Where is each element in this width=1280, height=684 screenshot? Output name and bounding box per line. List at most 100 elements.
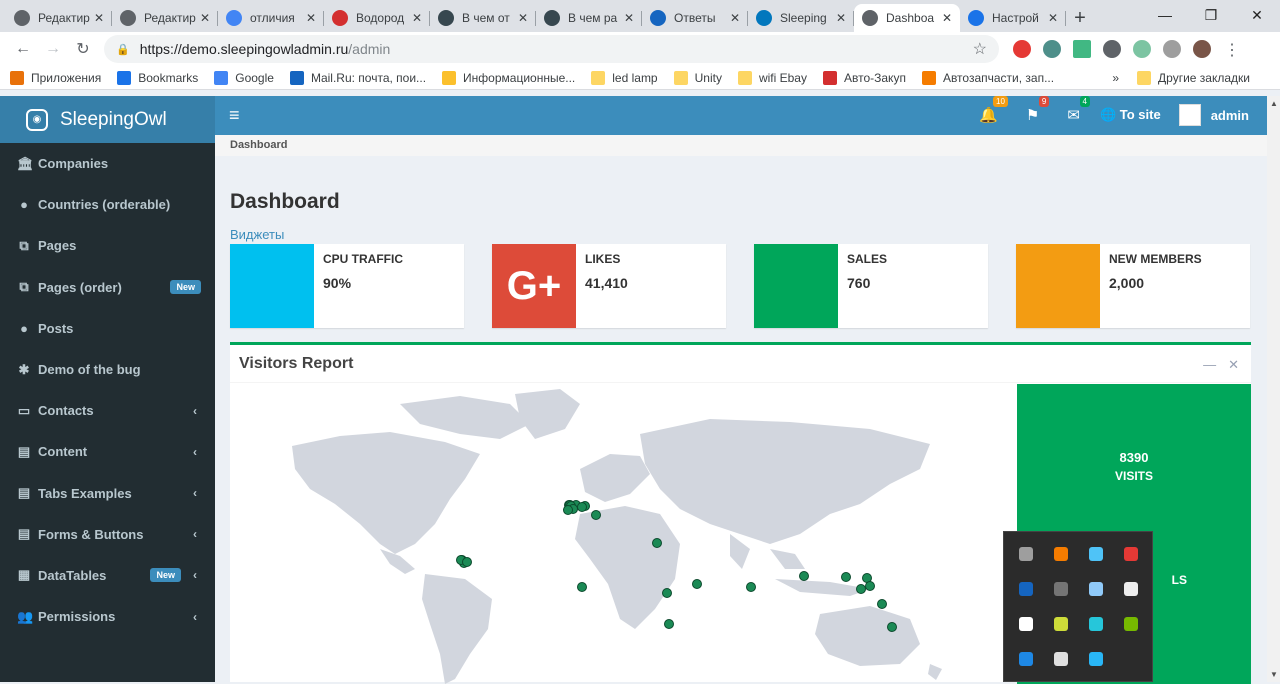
sidebar-item-companies[interactable]: 🏛 Companies [0, 143, 215, 184]
bookmark-item[interactable]: Mail.Ru: почта, пои... [289, 70, 426, 85]
more-bookmarks-button[interactable]: » [1112, 71, 1119, 85]
nvidia-icon[interactable] [1123, 617, 1138, 632]
gear-extension-icon[interactable] [1103, 40, 1121, 58]
map-marker[interactable] [664, 619, 674, 629]
tab-close-icon[interactable]: ✕ [412, 11, 422, 25]
m-extension-icon[interactable] [1163, 40, 1181, 58]
tab-close-icon[interactable]: ✕ [836, 11, 846, 25]
minimize-button[interactable]: — [1142, 0, 1188, 30]
sidebar-item-content[interactable]: ▤ Content ‹ [0, 431, 215, 472]
bookmark-item[interactable]: Unity [673, 70, 722, 85]
map-marker[interactable] [856, 584, 866, 594]
bookmark-item[interactable]: Информационные... [442, 70, 575, 85]
maximize-button[interactable]: ❐ [1188, 0, 1234, 30]
browser-tab[interactable]: Редактир ✕ [6, 4, 112, 32]
browser-tab[interactable]: В чем ра ✕ [536, 4, 642, 32]
tab-close-icon[interactable]: ✕ [1048, 11, 1058, 25]
map-marker[interactable] [877, 599, 887, 609]
sidebar-item-forms-buttons[interactable]: ▤ Forms & Buttons ‹ [0, 514, 215, 555]
map-marker[interactable] [746, 582, 756, 592]
map-marker[interactable] [865, 581, 875, 591]
tab-close-icon[interactable]: ✕ [624, 11, 634, 25]
extension-icon[interactable] [1043, 40, 1061, 58]
back-button[interactable]: ← [8, 40, 38, 58]
collapse-icon[interactable]: — [1203, 357, 1216, 373]
teamviewer-icon[interactable] [1018, 652, 1033, 667]
widgets-link[interactable]: Виджеты [230, 227, 1252, 242]
user-avatar[interactable] [1178, 104, 1201, 127]
tab-close-icon[interactable]: ✕ [94, 11, 104, 25]
bookmark-item[interactable]: wifi Ebay [737, 70, 807, 85]
envelope-icon[interactable]: ✉ 4 [1067, 96, 1090, 124]
page-scrollbar[interactable]: ▲ ▼ [1267, 96, 1280, 682]
shield-icon[interactable] [1018, 617, 1033, 632]
forward-button[interactable]: → [38, 40, 68, 58]
scroll-down-arrow[interactable]: ▼ [1270, 670, 1278, 679]
tray-app-icon[interactable] [1053, 617, 1068, 632]
close-icon[interactable]: ✕ [1228, 357, 1239, 373]
tab-close-icon[interactable]: ✕ [518, 11, 528, 25]
bookmark-item[interactable]: Авто-Закуп [822, 70, 906, 85]
bookmark-star-icon[interactable]: ☆ [973, 39, 987, 59]
tab-close-icon[interactable]: ✕ [942, 11, 952, 25]
reload-button[interactable]: ↻ [68, 39, 98, 59]
tab-close-icon[interactable]: ✕ [306, 11, 316, 25]
map-marker[interactable] [577, 502, 587, 512]
map-marker[interactable] [563, 505, 573, 515]
map-marker[interactable] [662, 588, 672, 598]
scroll-up-arrow[interactable]: ▲ [1270, 99, 1278, 108]
tab-close-icon[interactable]: ✕ [200, 11, 210, 25]
tray-app-icon[interactable] [1123, 546, 1138, 561]
to-site-link[interactable]: 🌐 To site [1100, 107, 1161, 123]
tray-app-icon[interactable] [1053, 581, 1068, 596]
user-name[interactable]: admin [1211, 108, 1249, 123]
map-marker[interactable] [652, 538, 662, 548]
browser-tab[interactable]: Dashboa ✕ [854, 4, 960, 32]
sidebar-item-contacts[interactable]: ▭ Contacts ‹ [0, 390, 215, 431]
sidebar-item-demo-of-the-bug[interactable]: ✱ Demo of the bug [0, 349, 215, 390]
browser-tab[interactable]: отличия ✕ [218, 4, 324, 32]
vue-devtools-icon[interactable] [1073, 40, 1091, 58]
bookmark-item[interactable]: led lamp [591, 70, 658, 85]
map-marker[interactable] [591, 510, 601, 520]
browser-tab[interactable]: Ответы ✕ [642, 4, 748, 32]
browser-tab[interactable]: Водород ✕ [324, 4, 430, 32]
tray-app-icon[interactable] [1053, 652, 1068, 667]
browser-tab[interactable]: Sleeping ✕ [748, 4, 854, 32]
bookmark-item[interactable]: Автозапчасти, зап... [921, 70, 1054, 85]
tray-app-icon[interactable] [1123, 581, 1138, 596]
sidebar-item-datatables[interactable]: ▦ DataTables New ‹ [0, 555, 215, 596]
brand-logo[interactable]: ◉ SleepingOwl [0, 96, 215, 143]
map-marker[interactable] [887, 622, 897, 632]
map-marker[interactable] [577, 582, 587, 592]
bell-icon[interactable]: 🔔 10 [979, 96, 1008, 124]
bookmark-item[interactable]: Bookmarks [117, 70, 198, 85]
bookmark-item[interactable]: Google [214, 70, 274, 85]
sidebar-item-tabs-examples[interactable]: ▤ Tabs Examples ‹ [0, 473, 215, 514]
sidebar-item-posts[interactable]: ● Posts [0, 308, 215, 349]
tab-close-icon[interactable]: ✕ [730, 11, 740, 25]
profile-avatar[interactable] [1193, 40, 1211, 58]
other-bookmarks[interactable]: Другие закладки [1158, 71, 1250, 85]
map-marker[interactable] [462, 557, 472, 567]
close-window-button[interactable]: ✕ [1234, 0, 1280, 30]
opera-extension-icon[interactable] [1013, 40, 1031, 58]
tray-app-icon[interactable] [1088, 581, 1103, 596]
sidebar-item-pages-order[interactable]: ⧉ Pages (order) New [0, 267, 215, 308]
tray-app-icon[interactable] [1053, 546, 1068, 561]
chrome-menu-icon[interactable]: ⋮ [1223, 40, 1241, 59]
sidebar-item-pages[interactable]: ⧉ Pages [0, 225, 215, 266]
sidebar-item-permissions[interactable]: 👥 Permissions ‹ [0, 596, 215, 637]
map-marker[interactable] [692, 579, 702, 589]
browser-tab[interactable]: Настрой ✕ [960, 4, 1066, 32]
map-marker[interactable] [841, 572, 851, 582]
sidebar-item-countries-orderable[interactable]: ● Countries (orderable) [0, 184, 215, 225]
breadcrumb[interactable]: Dashboard [215, 134, 1267, 156]
tray-app-icon[interactable] [1088, 546, 1103, 561]
map-marker[interactable] [799, 571, 809, 581]
tray-app-icon[interactable] [1018, 546, 1033, 561]
steam-icon[interactable] [1018, 581, 1033, 596]
tray-app-icon[interactable] [1088, 617, 1103, 632]
browser-tab[interactable]: В чем от ✕ [430, 4, 536, 32]
url-input[interactable]: 🔒 https://demo.sleepingowladmin.ru/admin… [104, 35, 999, 63]
